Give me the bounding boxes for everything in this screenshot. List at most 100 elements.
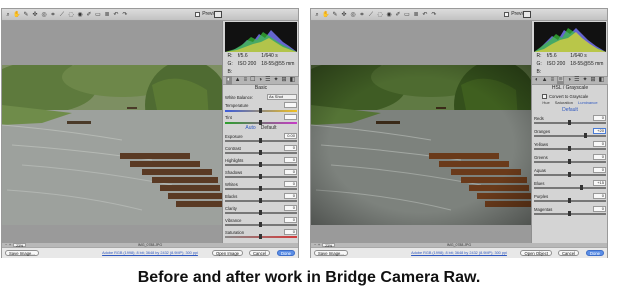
adjustment-slider[interactable]	[534, 133, 606, 138]
fullscreen-icon[interactable]	[523, 11, 531, 18]
done-button[interactable]: Done	[276, 250, 295, 256]
white-balance-select[interactable]: As Shot	[267, 94, 297, 100]
done-button[interactable]: Done	[585, 250, 604, 256]
zoom-icon[interactable]: ⌕	[4, 10, 12, 19]
adjustment-slider[interactable]	[225, 150, 297, 155]
rotate-cw-icon[interactable]: ↷	[121, 10, 129, 19]
straighten-icon[interactable]: ⟋	[367, 10, 375, 19]
temperature-value[interactable]	[284, 102, 297, 108]
rotate-ccw-icon[interactable]: ↶	[112, 10, 120, 19]
rotate-ccw-icon[interactable]: ↶	[421, 10, 429, 19]
preview-checkbox[interactable]	[504, 12, 510, 17]
eyedropper-icon[interactable]: ✎	[22, 10, 30, 19]
tab-saturation[interactable]: Saturation	[555, 100, 573, 106]
spot-removal-icon[interactable]: ◌	[376, 10, 384, 19]
adjustment-slider[interactable]	[534, 172, 606, 177]
save-image-button[interactable]: Save Image...	[5, 250, 39, 256]
adjustment-value[interactable]: 0	[284, 205, 297, 211]
adjustment-slider[interactable]	[534, 185, 606, 190]
panel-tab[interactable]: ☐	[557, 76, 565, 85]
adjustment-value[interactable]: 0	[593, 206, 606, 212]
hand-icon[interactable]: ✋	[322, 10, 330, 19]
adjustment-value[interactable]: 0	[284, 157, 297, 163]
panel-tab[interactable]: ☐	[250, 76, 255, 85]
panel-tab[interactable]: ☰	[265, 76, 270, 85]
adjustment-value[interactable]: 0	[284, 181, 297, 187]
slider-knob[interactable]	[259, 186, 262, 191]
eyedropper-icon[interactable]: ✎	[331, 10, 339, 19]
color-sampler-icon[interactable]: ✜	[31, 10, 39, 19]
panel-tab[interactable]: ☰	[574, 76, 579, 85]
open-image-button[interactable]: Open Image	[211, 250, 243, 256]
tint-value[interactable]	[284, 114, 297, 120]
panel-tab[interactable]: ≡	[551, 76, 555, 85]
adjustment-brush-icon[interactable]: ✐	[394, 10, 402, 19]
adjustment-value[interactable]: +15	[593, 180, 606, 186]
cancel-button[interactable]: Cancel	[248, 250, 270, 256]
adjustment-slider[interactable]	[534, 146, 606, 151]
slider-knob[interactable]	[259, 210, 262, 215]
adjustment-slider[interactable]	[225, 222, 297, 227]
slider-knob[interactable]	[259, 138, 262, 143]
auto-link[interactable]: Auto	[245, 125, 255, 131]
slider-knob[interactable]	[568, 159, 571, 164]
slider-knob[interactable]	[568, 211, 571, 216]
red-eye-icon[interactable]: ◉	[385, 10, 393, 19]
adjustment-slider[interactable]	[225, 234, 297, 239]
default-link[interactable]: Default	[562, 107, 578, 113]
slider-knob[interactable]	[259, 174, 262, 179]
slider-knob[interactable]	[568, 172, 571, 177]
panel-tab[interactable]: ◑	[567, 76, 571, 85]
adjustment-value[interactable]: 0	[284, 169, 297, 175]
panel-tab[interactable]: ◐	[535, 76, 539, 85]
convert-grayscale-row[interactable]: Convert to Grayscale	[534, 92, 606, 100]
panel-tab[interactable]: ▲	[235, 76, 241, 85]
adjustment-value[interactable]: 0	[593, 193, 606, 199]
adjustment-value[interactable]: 0	[284, 229, 297, 235]
convert-grayscale-checkbox[interactable]	[542, 93, 547, 99]
adjustment-slider[interactable]	[534, 120, 606, 125]
adjustment-slider[interactable]	[534, 159, 606, 164]
panel-tab[interactable]: ◧	[290, 76, 296, 85]
adjustment-value[interactable]: 0	[593, 154, 606, 160]
spot-removal-icon[interactable]: ◌	[67, 10, 75, 19]
slider-knob[interactable]	[568, 146, 571, 151]
panel-tab[interactable]: ✦	[274, 76, 279, 85]
adjustment-slider[interactable]	[534, 198, 606, 203]
panel-tab[interactable]: ⊞	[282, 76, 287, 85]
adjustment-value[interactable]: 0	[284, 145, 297, 151]
adjustment-slider[interactable]	[225, 162, 297, 167]
hand-icon[interactable]: ✋	[13, 10, 21, 19]
preview-canvas[interactable]	[311, 21, 531, 243]
zoom-icon[interactable]: ⌕	[313, 10, 321, 19]
color-sampler-icon[interactable]: ✜	[340, 10, 348, 19]
adjustment-value[interactable]: 0	[284, 193, 297, 199]
slider-knob[interactable]	[259, 198, 262, 203]
target-adjust-icon[interactable]: ◎	[349, 10, 357, 19]
adjustment-value[interactable]: 0	[593, 141, 606, 147]
open-object-button[interactable]: Open Object	[520, 250, 552, 256]
panel-tab[interactable]: ◑	[258, 76, 262, 85]
tab-luminance[interactable]: Luminance	[578, 100, 598, 106]
slider-knob[interactable]	[584, 133, 587, 138]
slider-knob[interactable]	[259, 234, 262, 239]
slider-knob[interactable]	[259, 150, 262, 155]
default-link[interactable]: Default	[261, 125, 277, 131]
fullscreen-icon[interactable]	[214, 11, 222, 18]
save-image-button[interactable]: Save Image...	[314, 250, 348, 256]
cancel-button[interactable]: Cancel	[557, 250, 579, 256]
adjustment-value[interactable]: +20	[593, 128, 606, 134]
target-adjust-icon[interactable]: ◎	[40, 10, 48, 19]
adjustment-slider[interactable]	[225, 198, 297, 203]
adjustment-slider[interactable]	[225, 186, 297, 191]
panel-tab[interactable]: ⊞	[591, 76, 596, 85]
preferences-icon[interactable]: ≣	[412, 10, 420, 19]
graduated-filter-icon[interactable]: ▭	[403, 10, 411, 19]
tint-slider[interactable]	[225, 120, 297, 125]
graduated-filter-icon[interactable]: ▭	[94, 10, 102, 19]
adjustment-value[interactable]: 0	[284, 217, 297, 223]
panel-tab[interactable]: ◐	[226, 76, 232, 85]
slider-knob[interactable]	[568, 198, 571, 203]
workflow-options-link[interactable]: Adobe RGB (1998); 8 bit; 3648 by 2432 (8…	[411, 251, 507, 256]
panel-tab[interactable]: ≡	[244, 76, 248, 85]
